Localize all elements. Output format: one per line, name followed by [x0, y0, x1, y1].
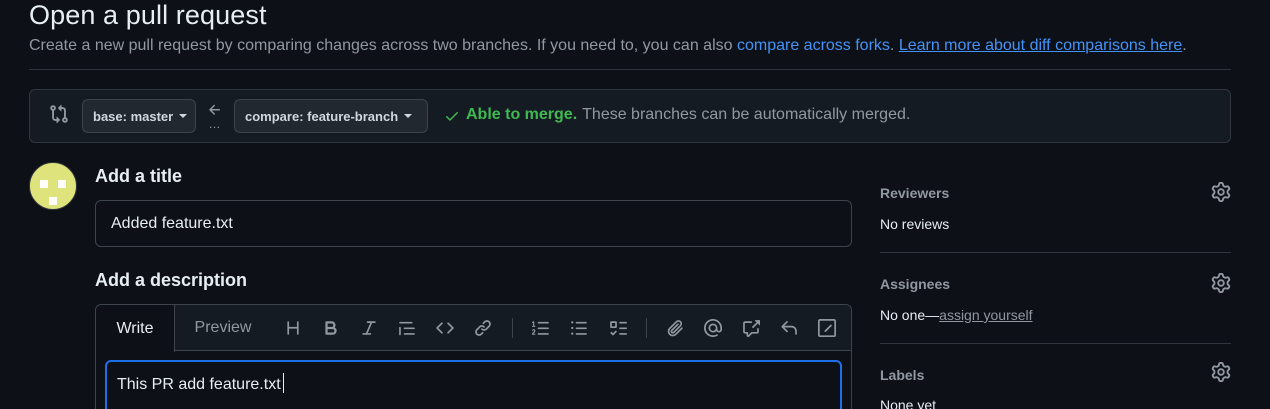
labels-gear-icon[interactable]	[1211, 362, 1231, 382]
description-label: Add a description	[95, 270, 248, 290]
compare-forks-link[interactable]: compare across forks	[737, 37, 890, 54]
slash-command-icon[interactable]	[815, 317, 839, 339]
reviewers-heading[interactable]: Reviewers	[880, 185, 949, 201]
subtitle-period: .	[889, 37, 895, 54]
assignees-none-text: No one—	[880, 307, 940, 323]
cross-reference-icon[interactable]	[739, 317, 763, 339]
page-title: Open a pull request	[29, 0, 267, 30]
attach-icon[interactable]	[663, 317, 687, 339]
unordered-list-icon[interactable]	[567, 317, 591, 339]
page-subtitle: Create a new pull request by comparing c…	[29, 37, 1187, 55]
assign-yourself-link[interactable]: assign yourself	[939, 307, 1032, 323]
learn-more-link[interactable]: Learn more about diff comparisons here	[899, 37, 1182, 54]
bold-icon[interactable]	[319, 317, 343, 339]
task-list-icon[interactable]	[606, 317, 630, 339]
title-input[interactable]	[95, 200, 852, 247]
sidebar-divider	[880, 343, 1231, 344]
compare-branch-select[interactable]: compare: feature-branch	[234, 99, 428, 133]
avatar	[29, 162, 77, 210]
check-icon	[446, 112, 458, 121]
header-divider	[29, 69, 1231, 70]
subtitle-period-end: .	[1182, 37, 1187, 54]
merge-status: Able to merge. These branches can be aut…	[444, 106, 910, 124]
quote-icon[interactable]	[395, 317, 419, 339]
text-cursor	[283, 373, 284, 393]
base-branch-label: base: master	[93, 108, 174, 124]
italic-icon[interactable]	[357, 317, 381, 339]
code-icon[interactable]	[433, 317, 457, 339]
range-ellipsis[interactable]: ...	[209, 117, 221, 131]
toolbar-divider	[512, 318, 513, 338]
toolbar-divider	[646, 318, 647, 338]
ordered-list-icon[interactable]	[529, 317, 553, 339]
labels-heading[interactable]: Labels	[880, 367, 924, 383]
reviewers-value: No reviews	[880, 216, 950, 232]
assignees-gear-icon[interactable]	[1211, 273, 1231, 293]
merge-ok-text: Able to merge.	[466, 106, 578, 123]
subtitle-text: Create a new pull request by comparing c…	[29, 37, 737, 54]
title-label: Add a title	[95, 166, 183, 186]
description-textarea[interactable]: This PR add feature.txt	[105, 360, 842, 409]
compare-branch-label: compare: feature-branch	[245, 108, 399, 124]
assignees-heading[interactable]: Assignees	[880, 276, 950, 292]
base-branch-select[interactable]: base: master	[82, 99, 196, 133]
tab-preview[interactable]: Preview	[180, 305, 266, 351]
caret-down-icon	[404, 114, 413, 118]
tab-write[interactable]: Write	[96, 305, 175, 352]
caret-down-icon	[179, 114, 188, 118]
link-icon[interactable]	[471, 317, 495, 339]
git-compare-icon	[49, 104, 69, 124]
reply-icon[interactable]	[777, 317, 801, 339]
heading-icon[interactable]	[281, 317, 305, 339]
arrow-left-icon	[207, 102, 223, 118]
reviewers-gear-icon[interactable]	[1211, 182, 1231, 202]
mention-icon[interactable]	[701, 317, 725, 339]
sidebar-divider	[880, 252, 1231, 253]
merge-detail-text: These branches can be automatically merg…	[582, 106, 911, 123]
assignees-value: No one—assign yourself	[880, 307, 1033, 323]
labels-value: None yet	[880, 397, 937, 409]
